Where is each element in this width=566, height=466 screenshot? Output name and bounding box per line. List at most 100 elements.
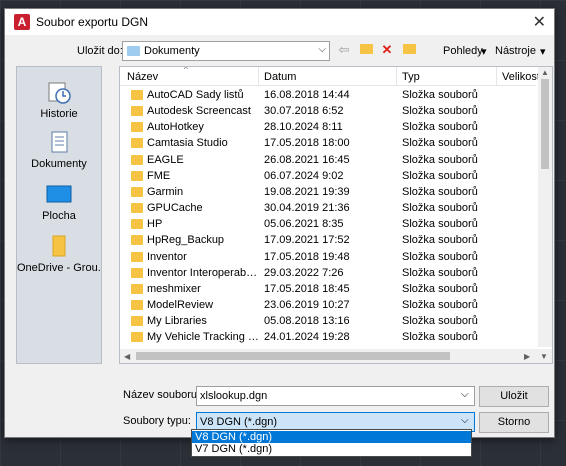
place-label: Historie xyxy=(40,108,78,120)
documents-folder-icon xyxy=(127,46,140,56)
chevron-down-icon[interactable]: ⌵ xyxy=(461,389,469,400)
onedrive-folder-icon xyxy=(52,235,66,257)
place-onedrive[interactable]: OneDrive - Grou... xyxy=(17,233,101,274)
file-date: 17.05.2018 18:45 xyxy=(264,282,350,295)
views-dropdown-icon[interactable]: ▾ xyxy=(481,45,487,58)
file-row[interactable]: Camtasia Studio 17.05.2018 18:00 Složka so… xyxy=(120,135,536,151)
views-menu[interactable]: Pohledy xyxy=(443,45,483,57)
file-name: My Vehicle Tracking Da... xyxy=(147,331,259,344)
place-label: Plocha xyxy=(42,210,76,222)
file-type: Složka souborů xyxy=(402,250,478,263)
folder-icon xyxy=(131,267,143,278)
dialog-title: Soubor exportu DGN xyxy=(36,15,149,29)
vertical-scrollbar[interactable]: ▲ xyxy=(538,67,552,347)
place-desktop[interactable]: Plocha xyxy=(17,181,101,222)
place-history[interactable]: Historie xyxy=(17,79,101,120)
horizontal-scroll-thumb[interactable] xyxy=(136,352,450,360)
filetype-dropdown-list[interactable]: V8 DGN (*.dgn) V7 DGN (*.dgn) xyxy=(191,429,472,457)
file-type: Složka souborů xyxy=(402,218,478,231)
file-row[interactable]: GPUCache 30.04.2019 21:36 Složka souborů xyxy=(120,200,536,216)
file-name: Garmin xyxy=(147,185,184,198)
filename-input[interactable]: xlslookup.dgn ⌵ xyxy=(196,386,475,406)
place-label: Dokumenty xyxy=(31,158,87,170)
scroll-left-icon[interactable]: ◀ xyxy=(124,352,130,361)
file-name: GPUCache xyxy=(147,202,203,215)
file-date: 28.10.2024 8:11 xyxy=(264,121,343,134)
column-header-size[interactable]: Velikost xyxy=(502,71,540,83)
file-name: AutoHotkey xyxy=(147,121,204,134)
tools-menu[interactable]: Nástroje xyxy=(495,45,536,57)
file-row[interactable]: ModelReview 23.06.2019 10:27 Složka soubor… xyxy=(120,297,536,313)
scroll-right-icon[interactable]: ▶ xyxy=(524,352,530,361)
file-row[interactable]: AutoCAD Sady listů 16.08.2018 14:44 Složka… xyxy=(120,87,536,103)
file-row[interactable]: AutoHotkey 28.10.2024 8:11 Složka souborů xyxy=(120,119,536,135)
save-button[interactable]: Uložit xyxy=(479,386,549,407)
delete-icon[interactable]: ✕ xyxy=(379,43,395,57)
folder-icon xyxy=(131,283,143,294)
file-type: Složka souborů xyxy=(402,282,478,295)
file-date: 23.06.2019 10:27 xyxy=(264,298,350,311)
file-row[interactable]: HpReg_Backup 17.09.2021 17:52 Složka soubo… xyxy=(120,232,536,248)
file-row[interactable]: FME 06.07.2024 9:02 Složka souborů xyxy=(120,168,536,184)
folder-icon xyxy=(131,106,143,117)
folder-icon xyxy=(131,332,143,343)
file-name: Camtasia Studio xyxy=(147,137,228,150)
file-list[interactable]: Název ^ Datum Typ Velikost AutoCAD Sady … xyxy=(119,66,553,364)
file-name: EAGLE xyxy=(147,153,184,166)
vertical-scroll-thumb[interactable] xyxy=(541,79,549,169)
column-header-date[interactable]: Datum xyxy=(264,71,296,83)
file-date: 16.08.2018 14:44 xyxy=(264,89,350,101)
folder-icon xyxy=(131,170,143,181)
file-date: 19.08.2021 19:39 xyxy=(264,185,350,198)
column-header-type[interactable]: Typ xyxy=(402,71,420,83)
file-type: Složka souborů xyxy=(402,202,478,215)
file-name: HpReg_Backup xyxy=(147,234,225,247)
file-row[interactable]: Autodesk Screencast 30.07.2018 6:52 Složka… xyxy=(120,103,536,119)
filetype-value: V8 DGN (*.dgn) xyxy=(200,416,278,428)
chevron-down-icon: ⌵ xyxy=(318,44,326,55)
filetype-option[interactable]: V7 DGN (*.dgn) xyxy=(192,443,471,455)
file-date: 17.09.2021 17:52 xyxy=(264,234,350,247)
file-type: Složka souborů xyxy=(402,331,478,344)
documents-icon xyxy=(51,131,68,153)
file-type: Složka souborů xyxy=(402,169,478,182)
file-date: 17.05.2018 18:00 xyxy=(264,137,350,150)
file-row[interactable]: meshmixer 17.05.2018 18:45 Složka souborů xyxy=(120,281,536,297)
cancel-button[interactable]: Storno xyxy=(479,412,549,433)
folder-icon xyxy=(131,299,143,310)
history-icon xyxy=(48,82,71,104)
scroll-down-icon[interactable]: ▼ xyxy=(540,352,548,361)
file-row[interactable]: EAGLE 26.08.2021 16:45 Složka souborů xyxy=(120,152,536,168)
file-type: Složka souborů xyxy=(402,298,478,311)
new-folder-icon[interactable] xyxy=(401,43,417,57)
file-row[interactable]: HP 05.06.2021 8:35 Složka souborů xyxy=(120,216,536,232)
file-row[interactable]: My Libraries 05.08.2018 13:16 Složka soubo… xyxy=(120,313,536,329)
file-type: Složka souborů xyxy=(402,121,478,134)
horizontal-scrollbar[interactable]: ◀ ▶ ▼ xyxy=(120,349,552,363)
file-date: 05.08.2018 13:16 xyxy=(264,315,350,328)
file-type: Složka souborů xyxy=(402,185,478,198)
file-row[interactable]: Inventor 17.05.2018 19:48 Složka souborů xyxy=(120,249,536,265)
column-header-name[interactable]: Název xyxy=(127,71,158,83)
file-row[interactable]: Garmin 19.08.2021 19:39 Složka souborů xyxy=(120,184,536,200)
file-date: 05.06.2021 8:35 xyxy=(264,218,344,231)
file-name: Inventor Interoperability xyxy=(147,266,259,279)
export-dialog: A Soubor exportu DGN ✕ Uložit do: Dokume… xyxy=(4,8,555,438)
place-documents[interactable]: Dokumenty xyxy=(17,129,101,170)
save-in-combo[interactable]: Dokumenty ⌵ xyxy=(122,41,330,61)
scroll-up-icon[interactable]: ▲ xyxy=(541,68,549,77)
file-row[interactable]: My Vehicle Tracking Da... 24.01.2024 19:2… xyxy=(120,329,536,345)
places-bar: Historie Dokumenty Plocha OneDrive - Gro… xyxy=(16,66,102,364)
chevron-down-icon[interactable]: ⌵ xyxy=(461,415,469,426)
file-name: HP xyxy=(147,218,163,231)
close-icon[interactable]: ✕ xyxy=(533,12,546,32)
up-folder-icon[interactable] xyxy=(358,43,374,57)
file-date: 06.07.2024 9:02 xyxy=(264,169,344,182)
file-name: Autodesk Screencast xyxy=(147,105,251,118)
save-in-value: Dokumenty xyxy=(144,45,200,57)
filetype-option[interactable]: V8 DGN (*.dgn) xyxy=(192,431,471,443)
file-type: Složka souborů xyxy=(402,266,478,279)
tools-dropdown-icon[interactable]: ▾ xyxy=(540,45,546,58)
file-row[interactable]: Inventor Interoperability 29.03.2022 7:26… xyxy=(120,265,536,281)
back-arrow-icon[interactable]: ⇦ xyxy=(336,43,352,57)
